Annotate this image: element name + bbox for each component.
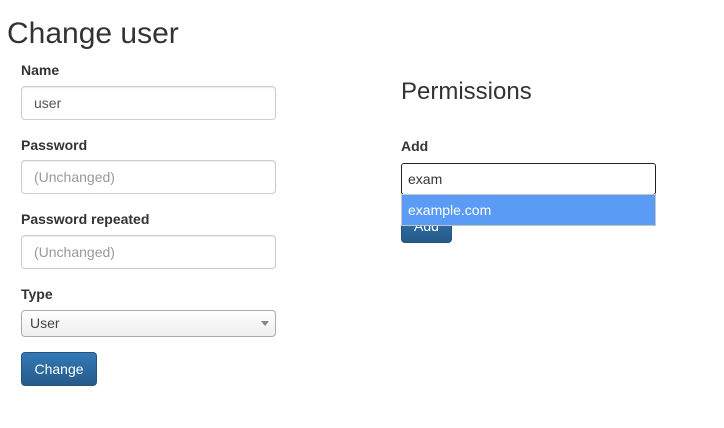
change-button[interactable]: Change xyxy=(21,352,97,386)
password-label: Password xyxy=(21,137,88,153)
autocomplete-dropdown: example.com xyxy=(401,194,656,226)
password-input[interactable] xyxy=(21,160,276,194)
permission-search-input[interactable] xyxy=(401,163,656,195)
autocomplete-option[interactable]: example.com xyxy=(402,195,655,225)
type-select-value: User xyxy=(30,315,60,331)
password-repeated-input[interactable] xyxy=(21,235,276,269)
type-select[interactable]: User xyxy=(21,310,276,337)
page-title: Change user xyxy=(7,17,179,50)
name-label: Name xyxy=(21,62,60,78)
name-input[interactable] xyxy=(21,86,276,120)
add-label: Add xyxy=(401,138,429,154)
type-label: Type xyxy=(21,286,53,302)
password-repeated-label: Password repeated xyxy=(21,211,150,227)
caret-down-icon xyxy=(261,321,269,326)
permissions-title: Permissions xyxy=(401,78,532,105)
